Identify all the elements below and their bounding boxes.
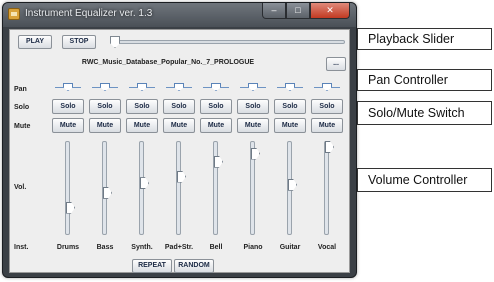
solo-button[interactable]: Solo xyxy=(311,99,343,114)
title-bar: Instrument Equalizer ver. 1.3 – □ ✕ xyxy=(3,3,356,27)
volume-slider-thumb[interactable] xyxy=(177,170,186,183)
volume-row-label: Vol. xyxy=(14,184,27,191)
song-title: RWC_Music_Database_Popular_No._7_PROLOGU… xyxy=(81,59,255,66)
instrument-label: Guitar xyxy=(279,244,301,251)
pan-controller[interactable] xyxy=(203,83,229,93)
volume-slider-track[interactable] xyxy=(213,141,218,235)
mute-button[interactable]: Mute xyxy=(311,118,343,133)
instrument-label: Piano xyxy=(243,244,263,251)
pan-knob[interactable] xyxy=(100,83,110,91)
pan-knob[interactable] xyxy=(248,83,258,91)
mute-button[interactable]: Mute xyxy=(237,118,269,133)
solo-button[interactable]: Solo xyxy=(163,99,195,114)
volume-slider-thumb[interactable] xyxy=(325,141,334,153)
equalizer-window: Instrument Equalizer ver. 1.3 – □ ✕ PLAY… xyxy=(2,2,357,278)
callout-playback-slider: Playback Slider xyxy=(357,28,492,50)
solo-button[interactable]: Solo xyxy=(126,99,158,114)
callout-solo-mute-switch: Solo/Mute Switch xyxy=(357,101,492,125)
pan-controller[interactable] xyxy=(166,83,192,93)
mute-button[interactable]: Mute xyxy=(274,118,306,133)
volume-slider-thumb[interactable] xyxy=(251,147,260,160)
minimize-icon[interactable]: – xyxy=(262,3,286,19)
mute-button[interactable]: Mute xyxy=(89,118,121,133)
callout-pan-controller: Pan Controller xyxy=(357,69,492,91)
mute-button[interactable]: Mute xyxy=(163,118,195,133)
pan-knob[interactable] xyxy=(211,83,221,91)
volume-slider-thumb[interactable] xyxy=(214,155,223,168)
pan-knob[interactable] xyxy=(285,83,295,91)
instrument-label: Bell xyxy=(209,244,223,251)
volume-slider-track[interactable] xyxy=(176,141,181,235)
random-button[interactable]: RANDOM xyxy=(174,259,214,273)
maximize-icon[interactable]: □ xyxy=(286,3,310,19)
equalizer-panel: PLAY STOP RWC_Music_Database_Popular_No.… xyxy=(9,29,350,273)
instrument-label: Drums xyxy=(56,244,80,251)
solo-button[interactable]: Solo xyxy=(52,99,84,114)
close-icon[interactable]: ✕ xyxy=(310,3,350,19)
window-controls: – □ ✕ xyxy=(262,3,350,19)
stop-button[interactable]: STOP xyxy=(62,35,96,49)
volume-slider-track[interactable] xyxy=(65,141,70,235)
instrument-label: Pad+Str. xyxy=(164,244,194,251)
volume-slider-thumb[interactable] xyxy=(288,178,297,191)
pan-controller[interactable] xyxy=(129,83,155,93)
solo-button[interactable]: Solo xyxy=(200,99,232,114)
volume-slider-track[interactable] xyxy=(324,141,329,235)
pan-controller[interactable] xyxy=(240,83,266,93)
instrument-label: Bass xyxy=(96,244,114,251)
pan-controller[interactable] xyxy=(277,83,303,93)
pan-controller[interactable] xyxy=(314,83,340,93)
callout-volume-controller: Volume Controller xyxy=(357,168,492,192)
play-button[interactable]: PLAY xyxy=(18,35,52,49)
solo-row-label: Solo xyxy=(14,104,30,111)
mute-button[interactable]: Mute xyxy=(200,118,232,133)
pan-knob[interactable] xyxy=(137,83,147,91)
playback-slider-thumb[interactable] xyxy=(110,36,120,48)
solo-button[interactable]: Solo xyxy=(274,99,306,114)
repeat-button[interactable]: REPEAT xyxy=(132,259,172,273)
mute-button[interactable]: Mute xyxy=(52,118,84,133)
browse-song-button[interactable]: ... xyxy=(326,57,346,71)
pan-knob[interactable] xyxy=(174,83,184,91)
volume-slider-thumb[interactable] xyxy=(103,186,112,199)
instrument-label: Vocal xyxy=(317,244,337,251)
pan-row-label: Pan xyxy=(14,86,27,93)
mute-row-label: Mute xyxy=(14,123,31,130)
pan-controller[interactable] xyxy=(92,83,118,93)
volume-slider-thumb[interactable] xyxy=(66,201,75,214)
solo-button[interactable]: Solo xyxy=(89,99,121,114)
instrument-label: Synth. xyxy=(131,244,153,251)
pan-knob[interactable] xyxy=(63,83,73,91)
equalizer-app-icon xyxy=(8,8,20,20)
solo-button[interactable]: Solo xyxy=(237,99,269,114)
pan-controller[interactable] xyxy=(55,83,81,93)
pan-knob[interactable] xyxy=(322,83,332,91)
volume-slider-thumb[interactable] xyxy=(140,177,149,190)
mute-button[interactable]: Mute xyxy=(126,118,158,133)
playback-slider-track[interactable] xyxy=(110,40,345,44)
window-title: Instrument Equalizer ver. 1.3 xyxy=(25,8,153,19)
instrument-row-label: Inst. xyxy=(14,244,29,251)
